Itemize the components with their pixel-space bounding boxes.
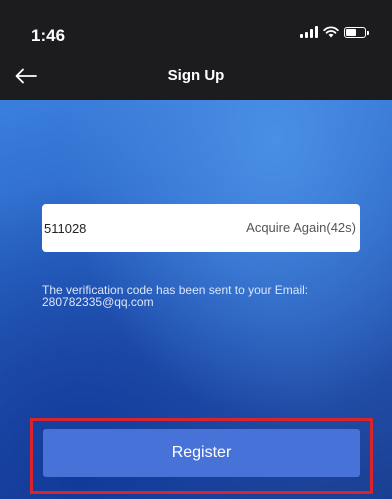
verification-code-row: Acquire Again(42s) (42, 204, 360, 252)
status-time: 1:46 (31, 26, 66, 45)
register-button[interactable]: Register (43, 429, 360, 477)
battery-icon (344, 26, 369, 38)
hint-email: 280782335@qq.com (42, 295, 154, 309)
wifi-icon (323, 26, 339, 38)
signal-icon (300, 26, 318, 38)
verification-hint: The verification code has been sent to y… (42, 284, 362, 308)
verification-code-input[interactable] (42, 204, 232, 252)
signup-content: Acquire Again(42s) The verification code… (0, 100, 392, 499)
status-bar: 1:46 (0, 0, 392, 52)
page-title: Sign Up (167, 67, 225, 84)
status-icons (300, 26, 369, 38)
navigation-bar: Sign Up (0, 52, 392, 100)
acquire-again-button[interactable]: Acquire Again(42s) (246, 220, 356, 235)
